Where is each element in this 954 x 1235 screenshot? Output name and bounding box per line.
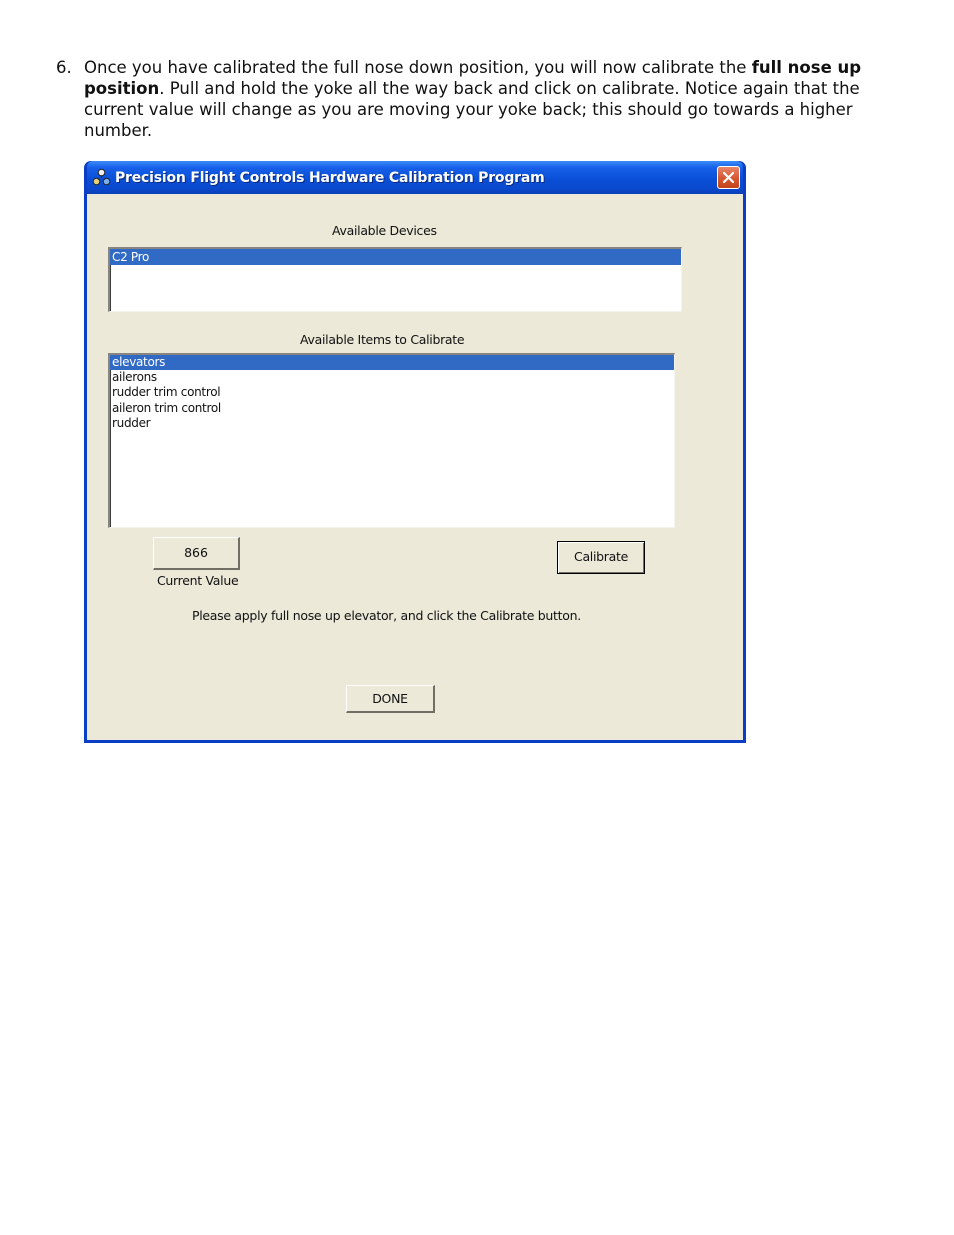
device-item-c2-pro[interactable]: C2 Pro bbox=[110, 249, 681, 265]
status-message: Please apply full nose up elevator, and … bbox=[192, 608, 581, 623]
current-value-label: Current Value bbox=[157, 573, 239, 588]
list-item-aileron-trim-control[interactable]: aileron trim control bbox=[110, 401, 674, 416]
window-client-area: Available Devices C2 Pro Available Items… bbox=[87, 194, 743, 740]
instruction-text-before: Once you have calibrated the full nose d… bbox=[84, 58, 752, 77]
list-item-elevators[interactable]: elevators bbox=[110, 355, 674, 371]
available-items-label: Available Items to Calibrate bbox=[300, 332, 465, 347]
done-button[interactable]: DONE bbox=[346, 685, 435, 713]
step-number: 6. bbox=[56, 58, 72, 77]
devices-listbox[interactable]: C2 Pro bbox=[108, 247, 682, 312]
close-button[interactable] bbox=[717, 166, 740, 189]
window-title: Precision Flight Controls Hardware Calib… bbox=[115, 170, 545, 186]
list-item-ailerons[interactable]: ailerons bbox=[110, 370, 674, 385]
list-item-rudder-trim-control[interactable]: rudder trim control bbox=[110, 385, 674, 400]
current-value-display: 866 bbox=[153, 537, 240, 570]
app-icon bbox=[92, 168, 111, 186]
instruction-text-after: . Pull and hold the yoke all the way bac… bbox=[84, 79, 860, 140]
list-item-rudder[interactable]: rudder bbox=[110, 416, 674, 431]
instruction-step: 6. Once you have calibrated the full nos… bbox=[56, 57, 876, 141]
calibrate-button[interactable]: Calibrate bbox=[557, 541, 645, 574]
close-icon bbox=[722, 171, 735, 184]
instruction-text: Once you have calibrated the full nose d… bbox=[84, 57, 876, 141]
title-bar[interactable]: Precision Flight Controls Hardware Calib… bbox=[87, 161, 743, 194]
available-devices-label: Available Devices bbox=[332, 223, 437, 238]
calibrate-items-listbox[interactable]: elevators ailerons rudder trim control a… bbox=[108, 353, 675, 528]
calibration-window: Precision Flight Controls Hardware Calib… bbox=[84, 161, 746, 743]
